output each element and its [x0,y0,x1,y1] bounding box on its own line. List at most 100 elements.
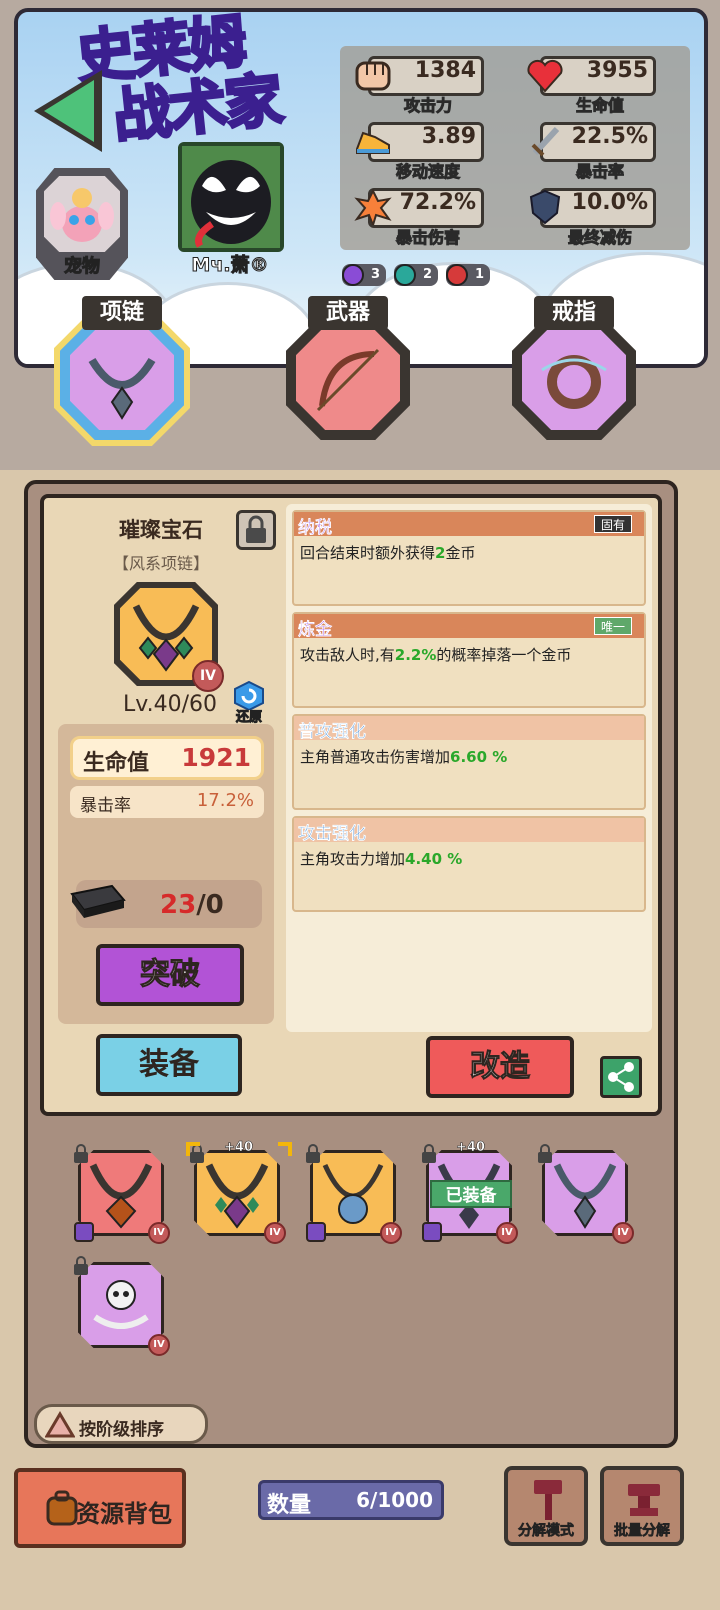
element-icon [306,1222,326,1242]
share-button[interactable] [600,1056,642,1098]
lock-icon [420,1144,438,1164]
affix-desc-value: 2 [435,544,446,562]
share-icon [608,1062,634,1092]
affix-desc-text: 主角普通攻击伤害增加 [300,748,451,766]
material-required: /0 [196,890,224,920]
inventory-item-bg [194,1150,280,1236]
heart-icon [524,54,566,96]
gem-necklace-icon [205,1163,269,1229]
fire-icon [446,264,468,286]
affix-desc-text: 攻击敌人时,有 [300,646,395,664]
item-level: Lv.40/60 [123,692,217,717]
element-count: 2 [422,267,432,282]
affix-badge: 固有 [593,515,632,533]
batch-decompose-button[interactable]: 批量分解 [600,1466,684,1546]
stat-crit-rate: 22.5% 暴击率 [524,122,656,182]
main-stat-value: 1921 [181,743,251,772]
inventory-item-selected[interactable]: +40 IV [186,1140,292,1250]
arcane-icon [342,264,364,286]
stat-label: 移动速度 [395,162,460,182]
inventory-item[interactable]: IV [74,1144,170,1250]
equip-button[interactable]: 装备 [96,1034,242,1096]
bow-icon [316,348,380,412]
resource-bag-button[interactable]: 资源背包 [14,1468,186,1548]
hero-avatar[interactable] [178,142,284,252]
hammer-icon [534,1480,562,1520]
resource-bag-label: 资源背包 [76,1500,172,1528]
pet-portrait [44,176,120,252]
lock-icon [72,1256,90,1276]
skull-necklace-icon [93,1280,149,1329]
back-button[interactable] [28,64,108,158]
item-type: 【风系项链】 [112,554,209,573]
triangle-icon [45,1411,75,1438]
affix-header [294,512,644,536]
inventory-item-bg [542,1150,628,1236]
necklace-icon [88,357,156,420]
necklace-icon [553,1163,617,1229]
stat-attack: 1384 攻击力 [352,54,484,116]
affix-description: 攻击敌人时,有2.2%的概率掉落一个金币 [300,644,571,665]
inventory-item[interactable]: IV [306,1144,402,1250]
tier-badge: IV [148,1334,170,1356]
affix-item: 普攻强化 主角普通攻击伤害增加6.60 % [292,714,646,810]
inventory-item[interactable]: IV [74,1256,170,1362]
selection-corner [278,1142,292,1156]
stat-value: 10.0% [571,190,648,215]
pet-label: 宠物 [64,256,101,278]
tier-badge: IV [496,1222,518,1244]
slot-label: 武器 [308,296,388,330]
slot-label: 戒指 [534,296,614,330]
affix-title: 炼金 [298,620,332,640]
sub-stat-value: 17.2% [196,790,254,811]
fist-icon [352,54,394,96]
affix-desc-text: 的概率掉落一个金币 [436,646,572,664]
iron-ingot-icon [70,884,126,918]
affix-badge: 唯一 [593,617,632,635]
affix-desc-text: 金币 [445,544,476,562]
tier-badge: IV [380,1222,402,1244]
slot-necklace[interactable]: 项链 [54,296,190,446]
decompose-mode-button[interactable]: 分解模式 [504,1466,588,1546]
sort-by-tier-button[interactable]: 按阶级排序 [34,1404,208,1444]
count-label: 数量 [267,1493,312,1518]
pet-avatar[interactable]: 宠物 [36,168,128,280]
fire-necklace-icon [89,1163,153,1229]
affix-description: 回合结束时额外获得2金币 [300,542,475,563]
modify-button[interactable]: 改造 [426,1036,574,1098]
affix-item: 攻击强化 主角攻击力增加4.40 % [292,816,646,912]
stat-label: 暴击率 [575,162,624,182]
stat-speed: 3.89 移动速度 [352,122,484,182]
wind-icon [394,264,416,286]
count-value: 6/1000 [356,1488,433,1512]
inventory-item[interactable]: IV [538,1144,634,1250]
enhance-level: +40 [456,1140,485,1156]
slot-weapon[interactable]: 武器 [286,296,410,440]
element-icon [422,1222,442,1242]
inventory-count: 数量 6/1000 [258,1480,444,1520]
affix-desc-text: 主角攻击力增加 [300,850,406,868]
affix-item: 炼金 唯一 攻击敌人时,有2.2%的概率掉落一个金币 [292,612,646,708]
element-count: 3 [370,267,380,282]
restore-button[interactable]: 还原 [230,680,268,726]
slot-ring[interactable]: 戒指 [512,296,636,440]
slot-label: 项链 [82,296,162,330]
lock-button[interactable] [236,510,276,550]
affix-title: 攻击强化 [298,824,366,844]
stat-label: 攻击力 [403,96,452,116]
material-counter: 23/0 [70,880,262,928]
breakthrough-button[interactable]: 突破 [96,944,244,1006]
affix-desc-value: 6.60 % [450,748,508,766]
stat-value: 3.89 [421,124,476,149]
sub-stat-label: 暴击率 [80,796,131,816]
ring-icon [541,355,607,409]
inventory-item-equipped[interactable]: +40 已装备 IV [422,1140,518,1250]
stat-label: 生命值 [575,96,624,116]
sort-label: 按阶级排序 [79,1420,164,1440]
wind-necklace-icon [322,1163,384,1224]
element-fire-counter: 1 [446,264,490,286]
batch-decompose-label: 批量分解 [614,1523,671,1540]
affix-title: 纳税 [298,518,332,538]
element-icon [74,1222,94,1242]
affix-desc-value: 2.2% [394,646,437,664]
